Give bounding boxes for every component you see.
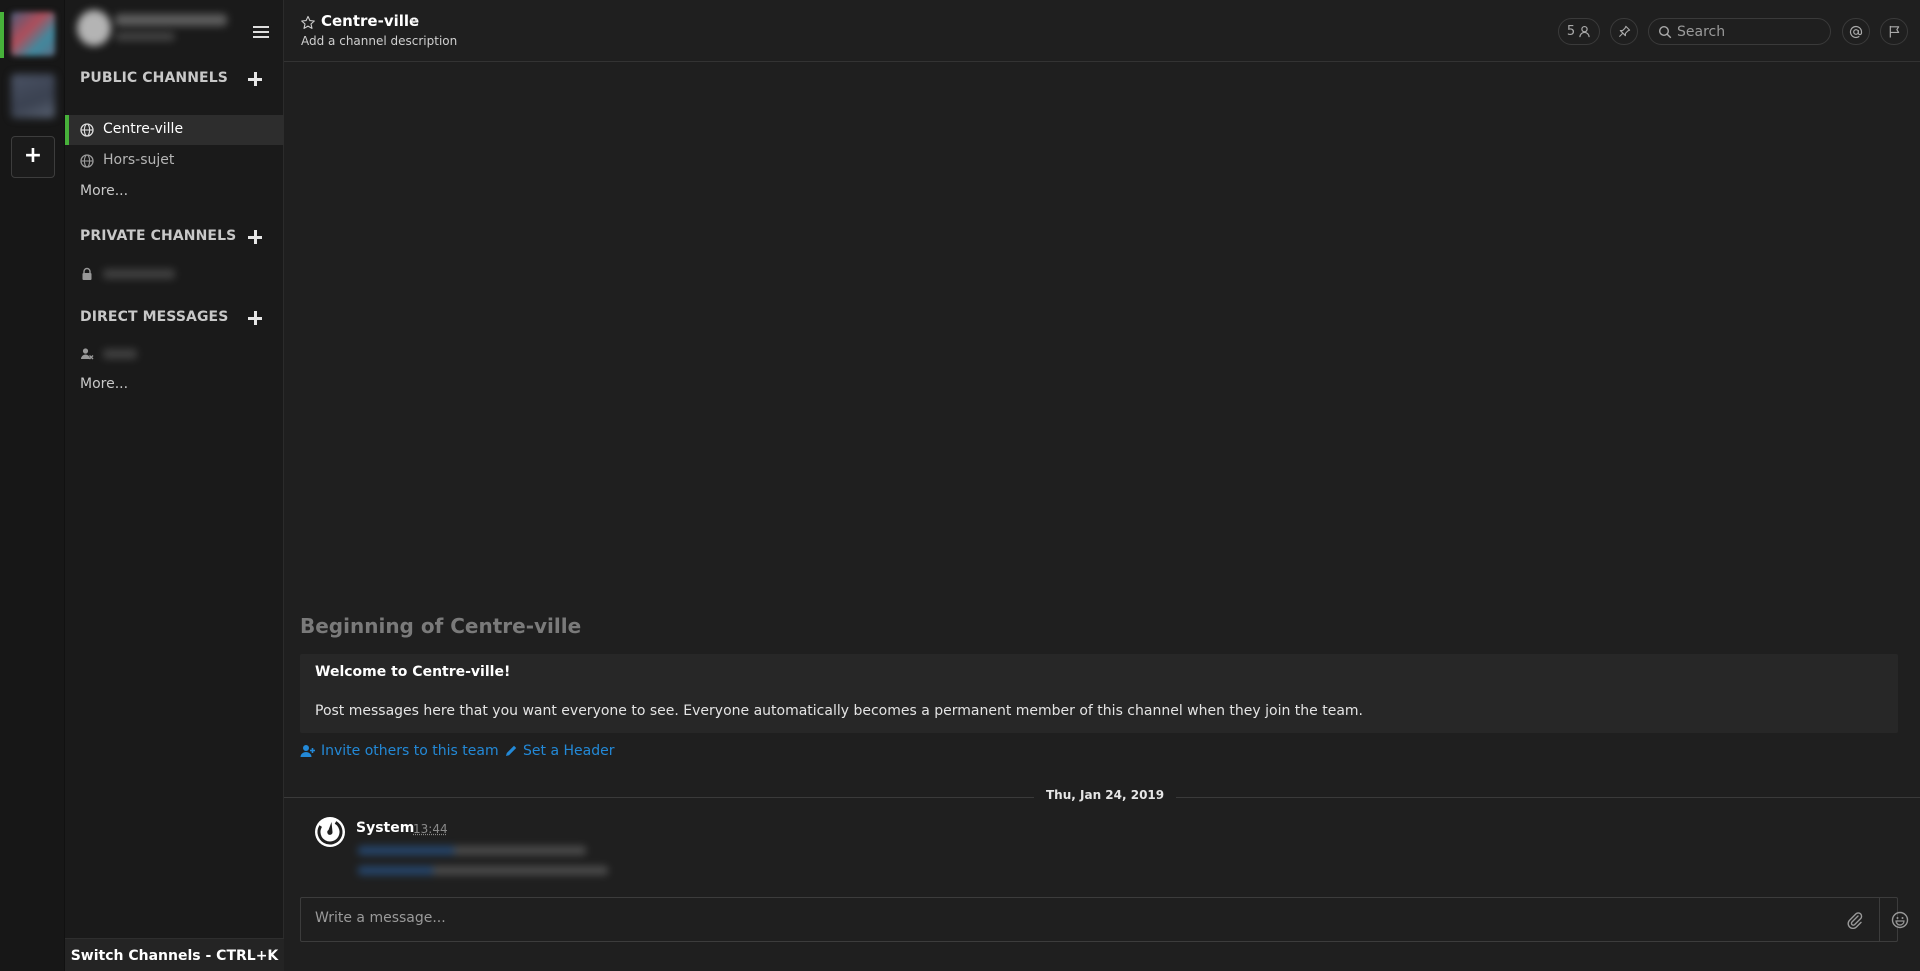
search-box[interactable] [1648,18,1831,45]
private-channels-heading: PRIVATE CHANNELS [80,228,237,244]
post-author[interactable]: System [356,820,414,836]
emoji-icon[interactable] [1891,911,1909,929]
invite-others-link[interactable]: Invite others to this team [300,743,499,759]
sidebar-item-label: Hors-sujet [103,152,175,168]
channel-title[interactable]: Centre-ville [321,12,419,30]
main-content: Centre-ville Add a channel description 5 [284,0,1920,971]
globe-icon [80,154,94,168]
switch-channels-button[interactable]: Switch Channels - CTRL+K [65,938,284,971]
star-icon[interactable] [300,15,316,31]
sidebar-item-hors-sujet[interactable]: Hors-sujet [65,146,284,176]
post-message-redacted [358,846,586,855]
team-sidebar: + [0,0,65,971]
channel-header: Centre-ville Add a channel description 5 [284,0,1920,62]
search-icon [1658,25,1672,39]
add-direct-message-icon[interactable] [248,311,262,325]
team-button-other[interactable] [11,74,55,118]
recent-mentions-button[interactable] [1842,18,1870,45]
active-team-indicator [0,12,4,58]
flagged-posts-button[interactable] [1880,18,1908,45]
member-count: 5 [1566,24,1576,39]
channel-description[interactable]: Add a channel description [301,34,457,48]
channel-sidebar: PUBLIC CHANNELS Centre-ville Hors-sujet … [65,0,284,971]
more-direct-messages-link[interactable]: More... [80,376,128,392]
sidebar-item-centre-ville[interactable]: Centre-ville [65,115,284,145]
username-redacted [115,32,175,41]
at-mention-icon [1849,25,1863,38]
member-icon [1579,25,1590,38]
paperclip-icon[interactable] [1846,911,1864,929]
invite-others-label: Invite others to this team [321,743,499,759]
channel-intro-title: Beginning of Centre-ville [300,614,582,638]
intro-body-text: Post messages here that you want everyon… [315,703,1363,719]
offline-user-icon [81,348,94,360]
post-message-redacted [358,866,608,875]
message-input[interactable] [315,910,1805,932]
pencil-icon [506,745,517,756]
add-public-channel-icon[interactable] [248,72,262,86]
team-header[interactable] [65,0,284,62]
user-avatar[interactable] [77,10,111,46]
sidebar-item-private-channel[interactable] [65,259,284,289]
pin-icon [1618,25,1630,38]
sidebar-item-direct-message[interactable] [65,339,284,369]
channel-members-button[interactable]: 5 [1558,18,1600,45]
post-timestamp[interactable]: 13:44 [413,822,448,836]
date-separator: Thu, Jan 24, 2019 [1034,788,1177,802]
composer-divider [1879,898,1880,941]
sidebar-item-label: Centre-ville [103,121,184,137]
direct-messages-heading: DIRECT MESSAGES [80,309,229,325]
pinned-posts-button[interactable] [1610,18,1638,45]
channel-intro-box: Welcome to Centre-ville! Post messages h… [300,654,1898,733]
dm-username-redacted [103,349,137,359]
search-input[interactable] [1677,23,1822,41]
system-avatar-icon [315,817,345,847]
main-menu-icon[interactable] [253,26,269,38]
message-composer[interactable] [300,897,1909,942]
chevron-down-icon[interactable] [408,15,420,27]
public-channels-heading: PUBLIC CHANNELS [80,70,228,86]
set-header-link[interactable]: Set a Header [504,743,614,759]
team-name-redacted [115,14,227,26]
add-team-button[interactable]: + [11,136,55,178]
flag-icon [1889,25,1899,38]
add-private-channel-icon[interactable] [248,230,262,244]
lock-icon [82,267,92,280]
more-public-channels-link[interactable]: More... [80,183,128,199]
add-user-icon [300,745,315,757]
intro-welcome-text: Welcome to Centre-ville! [315,664,511,680]
set-header-label: Set a Header [523,743,615,759]
team-button-current[interactable] [11,12,55,56]
globe-icon [80,123,94,137]
private-channel-name-redacted [103,269,175,279]
